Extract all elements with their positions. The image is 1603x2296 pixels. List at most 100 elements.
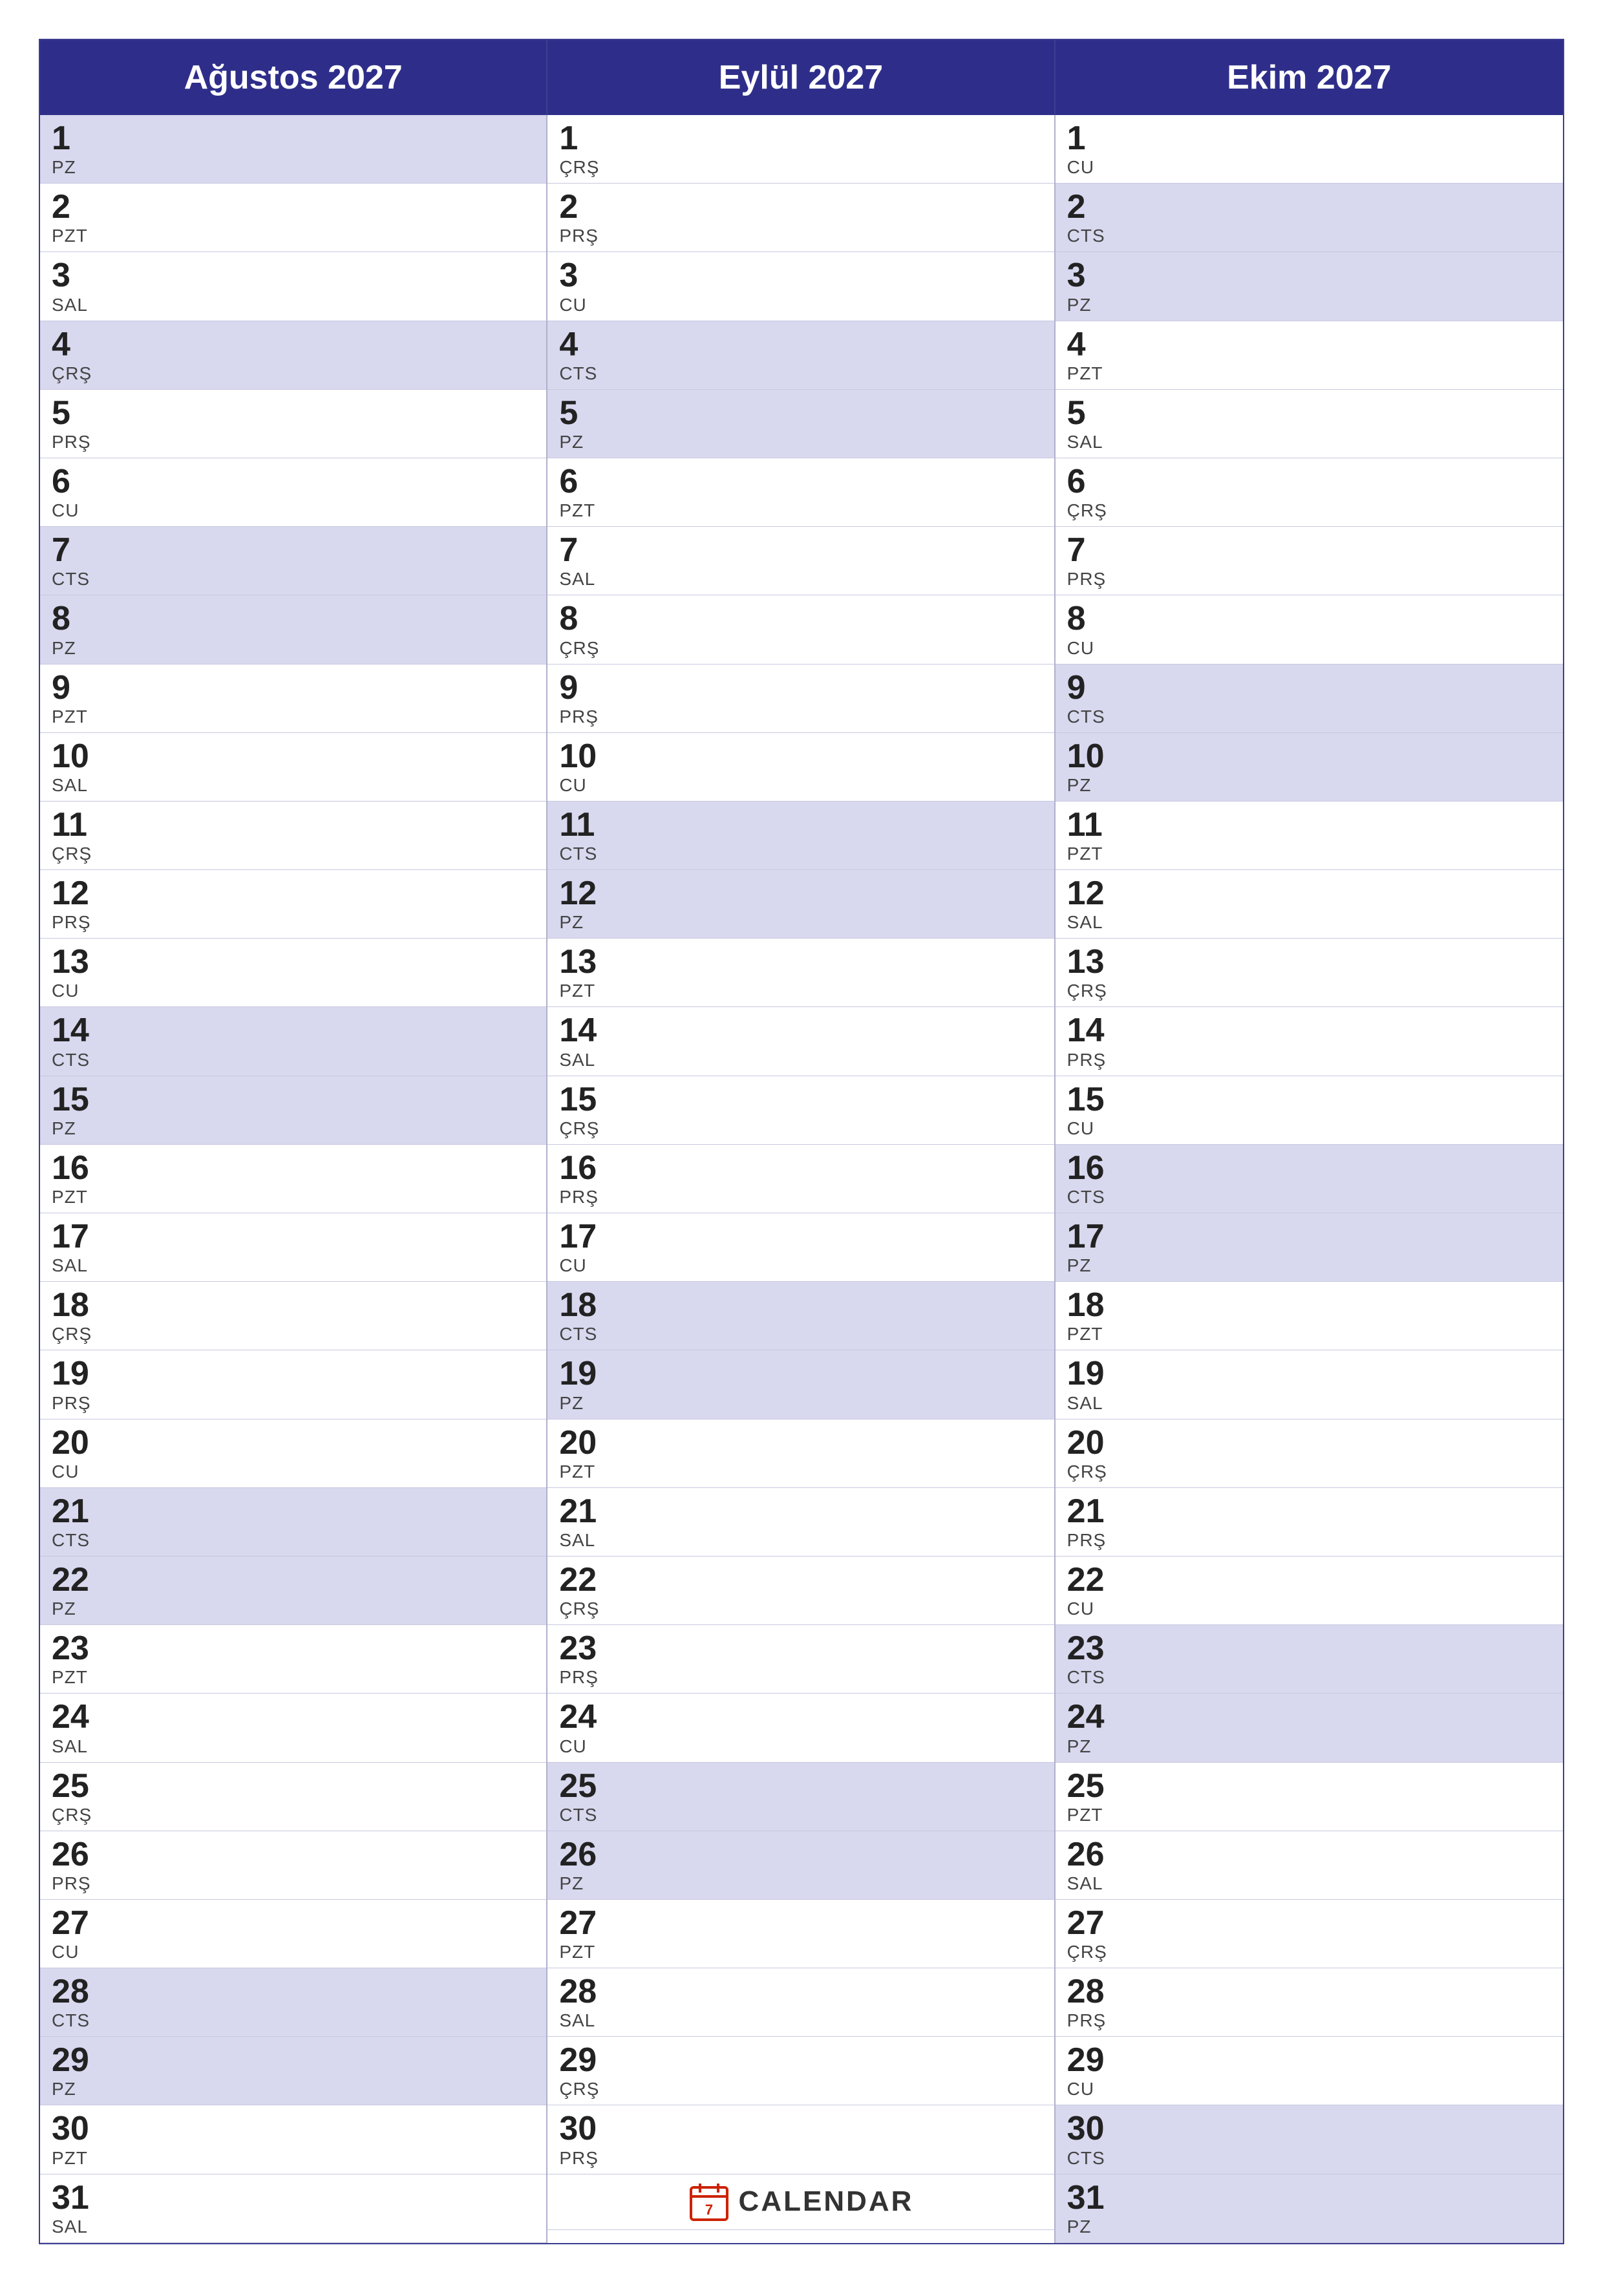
day-number: 29 [559, 2042, 1042, 2079]
day-name: PRŞ [559, 2148, 1042, 2169]
day-cell: 5PRŞ [40, 390, 546, 458]
day-cell: 25PZT [1056, 1763, 1563, 1831]
day-name: ÇRŞ [52, 844, 535, 864]
day-cell: 17PZ [1056, 1213, 1563, 1282]
day-name: ÇRŞ [1067, 1462, 1551, 1482]
day-cell: 4CTS [547, 321, 1054, 390]
day-cell: 4PZT [1056, 321, 1563, 390]
day-name: ÇRŞ [1067, 1942, 1551, 1962]
day-number: 9 [559, 670, 1042, 707]
day-cell: 23CTS [1056, 1625, 1563, 1694]
day-number: 10 [1067, 738, 1551, 775]
day-cell: 2CTS [1056, 184, 1563, 252]
day-name: CTS [1067, 226, 1551, 246]
svg-text:7: 7 [705, 2202, 712, 2218]
day-cell: 5SAL [1056, 390, 1563, 458]
day-cell: 14CTS [40, 1007, 546, 1076]
day-name: CTS [52, 1530, 535, 1551]
day-number: 2 [1067, 189, 1551, 226]
day-cell: 2PZT [40, 184, 546, 252]
column-august: 1PZ2PZT3SAL4ÇRŞ5PRŞ6CU7CTS8PZ9PZT10SAL11… [40, 115, 547, 2243]
day-cell: 5PZ [547, 390, 1054, 458]
day-cell: 13ÇRŞ [1056, 939, 1563, 1007]
day-number: 20 [52, 1425, 535, 1462]
day-name: PZ [559, 912, 1042, 933]
day-number: 28 [52, 1973, 535, 2010]
day-number: 5 [559, 395, 1042, 432]
day-name: PZ [52, 1118, 535, 1139]
day-cell: 21SAL [547, 1488, 1054, 1557]
day-cell: 29ÇRŞ [547, 2037, 1054, 2105]
day-number: 1 [559, 120, 1042, 157]
month-header-october: Ekim 2027 [1056, 40, 1563, 115]
day-cell: 17CU [547, 1213, 1054, 1282]
day-name: SAL [52, 775, 535, 796]
day-cell: 9PRŞ [547, 664, 1054, 733]
day-name: PRŞ [52, 912, 535, 933]
day-cell: 28SAL [547, 1968, 1054, 2037]
day-number: 17 [1067, 1218, 1551, 1255]
day-cell: 8CU [1056, 595, 1563, 664]
day-name: SAL [559, 2010, 1042, 2031]
days-grid: 1PZ2PZT3SAL4ÇRŞ5PRŞ6CU7CTS8PZ9PZT10SAL11… [40, 115, 1563, 2243]
day-number: 17 [559, 1218, 1042, 1255]
day-cell: 10SAL [40, 733, 546, 802]
day-number: 13 [559, 944, 1042, 981]
day-number: 3 [1067, 257, 1551, 294]
day-name: PZ [1067, 1736, 1551, 1757]
day-name: CTS [52, 2010, 535, 2031]
day-number: 19 [1067, 1355, 1551, 1392]
day-name: PZT [52, 707, 535, 727]
day-number: 15 [52, 1081, 535, 1118]
day-number: 16 [1067, 1150, 1551, 1187]
day-name: SAL [559, 1530, 1042, 1551]
day-cell: 25ÇRŞ [40, 1763, 546, 1831]
day-cell: 27PZT [547, 1900, 1054, 1968]
day-cell: 12SAL [1056, 870, 1563, 939]
day-name: PRŞ [1067, 1050, 1551, 1070]
day-name: ÇRŞ [52, 363, 535, 384]
day-number: 18 [1067, 1287, 1551, 1324]
day-cell: 18PZT [1056, 1282, 1563, 1350]
day-name: CTS [1067, 1667, 1551, 1688]
day-name: PRŞ [1067, 1530, 1551, 1551]
day-number: 15 [559, 1081, 1042, 1118]
day-number: 24 [1067, 1699, 1551, 1736]
day-name: PZT [559, 1942, 1042, 1962]
day-name: PZ [52, 2079, 535, 2099]
day-number: 29 [1067, 2042, 1551, 2079]
day-cell: 9PZT [40, 664, 546, 733]
day-number: 14 [1067, 1012, 1551, 1049]
day-number: 28 [559, 1973, 1042, 2010]
day-name: CU [52, 981, 535, 1001]
day-cell: 15CU [1056, 1076, 1563, 1145]
day-name: SAL [52, 2216, 535, 2237]
day-name: CU [1067, 1599, 1551, 1619]
day-number: 27 [1067, 1905, 1551, 1942]
day-cell: 22CU [1056, 1557, 1563, 1625]
day-number: 21 [1067, 1493, 1551, 1530]
day-cell: 14PRŞ [1056, 1007, 1563, 1076]
day-name: PZ [52, 638, 535, 659]
day-number: 6 [559, 463, 1042, 500]
day-cell: 24SAL [40, 1694, 546, 1762]
day-number: 8 [1067, 601, 1551, 637]
day-number: 22 [1067, 1562, 1551, 1599]
day-number: 19 [52, 1355, 535, 1392]
day-name: PRŞ [559, 226, 1042, 246]
day-name: PRŞ [559, 1667, 1042, 1688]
day-name: PZ [559, 1873, 1042, 1894]
day-cell: 3CU [547, 252, 1054, 321]
day-name: PZT [52, 226, 535, 246]
day-name: CU [52, 1462, 535, 1482]
day-cell: 28PRŞ [1056, 1968, 1563, 2037]
day-number: 18 [559, 1287, 1042, 1324]
day-number: 14 [52, 1012, 535, 1049]
day-number: 16 [52, 1150, 535, 1187]
day-number: 30 [1067, 2110, 1551, 2147]
day-name: CU [559, 775, 1042, 796]
day-cell: 4ÇRŞ [40, 321, 546, 390]
day-number: 22 [52, 1562, 535, 1599]
day-number: 26 [1067, 1836, 1551, 1873]
day-number: 7 [559, 532, 1042, 569]
